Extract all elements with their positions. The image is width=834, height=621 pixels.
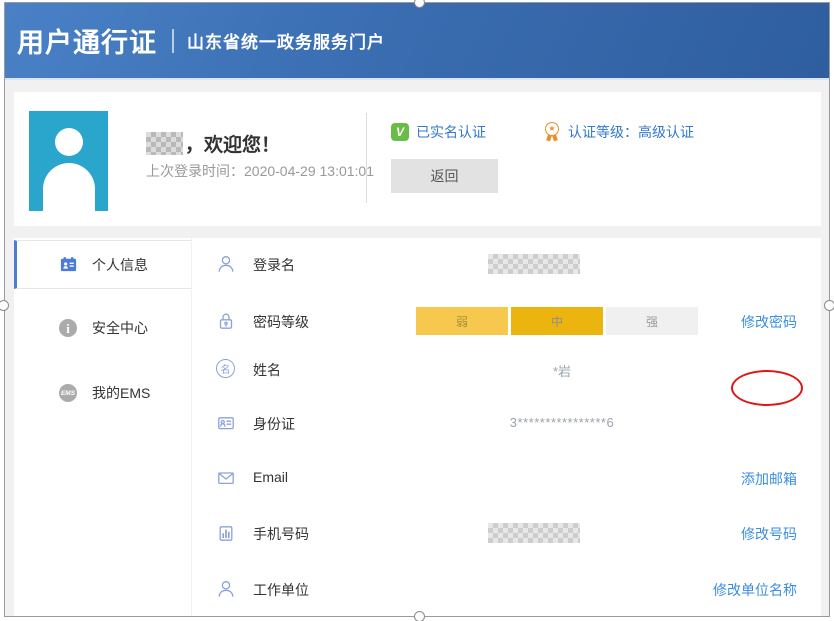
portal-title: 用户通行证	[17, 21, 157, 60]
field-row-password-level: 密码等级 弱 中 强 修改密码	[192, 304, 821, 338]
verified-icon: V	[391, 123, 409, 141]
user-icon	[216, 579, 236, 599]
image-frame: 用户通行证 山东省统一政务服务门户 ，欢迎您！ 上次登录时间：2020-04-2…	[4, 2, 830, 617]
id-card-value: 3****************6	[472, 415, 652, 430]
field-row-mobile: 手机号码 修改号码	[192, 516, 821, 550]
field-label: 登录名	[253, 255, 295, 275]
resize-handle-bottom[interactable]	[414, 611, 425, 621]
screenshot-canvas: 用户通行证 山东省统一政务服务门户 ，欢迎您！ 上次登录时间：2020-04-2…	[0, 0, 834, 621]
field-label: 手机号码	[253, 524, 309, 544]
welcome-line: ，欢迎您！	[146, 130, 280, 157]
auth-level-label: 认证等级：高级认证	[568, 122, 694, 142]
field-row-email: Email 添加邮箱	[192, 461, 821, 495]
field-label: 姓名	[253, 360, 281, 380]
medal-icon: ★	[543, 122, 561, 142]
field-row-work-unit: 工作单位 修改单位名称	[192, 572, 821, 606]
medal-star: ★	[546, 124, 558, 133]
sidebar-item-label: 我的EMS	[92, 383, 150, 403]
name-circle-icon: 名	[216, 359, 236, 379]
mobile-signal-icon	[216, 523, 236, 543]
sidebar-item-personal-info[interactable]: 个人信息	[14, 240, 191, 289]
portal-header: 用户通行证 山东省统一政务服务门户	[5, 3, 829, 80]
avatar	[29, 111, 108, 211]
change-mobile-link[interactable]: 修改号码	[741, 524, 797, 544]
strength-segment-medium: 中	[511, 307, 603, 335]
name-icon-char: 名	[216, 359, 235, 378]
personal-info-panel: 登录名 密码等级 弱 中 强 修改密码	[192, 238, 821, 616]
field-row-login-name: 登录名	[192, 247, 821, 281]
change-work-unit-link[interactable]: 修改单位名称	[713, 580, 797, 600]
field-row-name: 名 姓名 *岩	[192, 352, 821, 386]
profile-card: ，欢迎您！ 上次登录时间：2020-04-29 13:01:01 V 已实名认证…	[14, 92, 821, 226]
sidebar-item-security-center[interactable]: i 安全中心	[14, 311, 191, 345]
change-password-link[interactable]: 修改密码	[741, 312, 797, 332]
mobile-number-redacted	[488, 523, 580, 543]
sidebar-item-my-ems[interactable]: EMS 我的EMS	[14, 376, 191, 410]
verified-label: 已实名认证	[416, 122, 486, 142]
ems-icon-text: EMS	[61, 390, 75, 397]
sidebar-item-label: 个人信息	[92, 255, 148, 275]
password-strength-meter: 弱 中 强	[416, 307, 701, 335]
title-separator	[172, 29, 174, 53]
sidebar: 个人信息 i 安全中心 EMS 我的EMS	[14, 238, 191, 616]
resize-handle-right[interactable]	[824, 300, 834, 311]
strength-segment-strong: 强	[606, 307, 698, 335]
last-login-time: 上次登录时间：2020-04-29 13:01:01	[146, 161, 374, 181]
name-value: *岩	[472, 361, 652, 380]
envelope-icon	[216, 468, 236, 488]
field-label: 工作单位	[253, 580, 309, 600]
login-name-redacted	[488, 254, 580, 274]
field-label: Email	[253, 469, 288, 485]
avatar-body-shape	[43, 163, 95, 211]
user-icon	[216, 254, 236, 274]
field-label: 身份证	[253, 414, 295, 434]
info-icon: i	[58, 318, 78, 338]
username-redacted	[146, 132, 183, 155]
welcome-text: ，欢迎您！	[185, 130, 280, 157]
info-icon-letter: i	[66, 322, 70, 335]
profile-divider	[366, 113, 367, 203]
add-email-link[interactable]: 添加邮箱	[741, 469, 797, 489]
portal-subtitle: 山东省统一政务服务门户	[187, 28, 385, 53]
sidebar-item-label: 安全中心	[92, 318, 148, 338]
ems-icon: EMS	[58, 383, 78, 403]
avatar-head-shape	[55, 128, 83, 156]
field-label: 密码等级	[253, 312, 309, 332]
lock-icon	[216, 311, 236, 331]
id-badge-icon	[58, 255, 78, 275]
badge-row: V 已实名认证 ★ 认证等级：高级认证	[391, 122, 694, 142]
back-button[interactable]: 返回	[391, 159, 498, 193]
strength-segment-weak: 弱	[416, 307, 508, 335]
field-row-id-card: 身份证 3****************6	[192, 406, 821, 440]
id-card-icon	[216, 413, 236, 433]
